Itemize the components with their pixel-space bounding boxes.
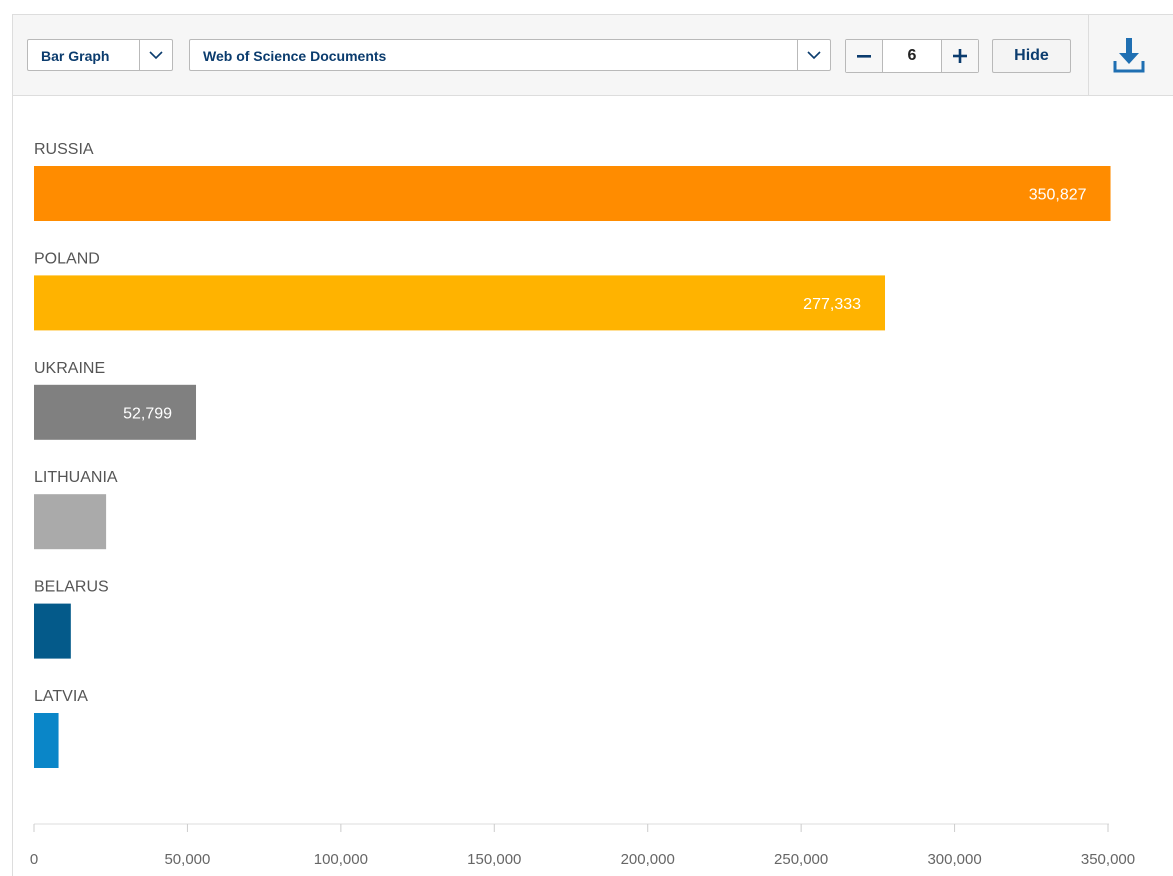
category-label: RUSSIA <box>34 141 94 158</box>
bar-russia[interactable] <box>34 166 1111 221</box>
x-tick-label: 0 <box>30 851 38 868</box>
data-label: 52,799 <box>123 405 172 422</box>
bar-poland[interactable] <box>34 275 886 331</box>
x-tick-label: 250,000 <box>774 851 828 868</box>
category-label: LITHUANIA <box>34 469 118 486</box>
x-tick-label: 300,000 <box>927 851 981 868</box>
data-label: 350,827 <box>1029 187 1087 204</box>
bar-lithuania[interactable] <box>34 494 107 550</box>
bar-chart: RUSSIA 350,827 POLAND 277,333 UKRAINE 52,799 L… <box>30 141 1135 868</box>
x-tick-label: 350,000 <box>1081 851 1135 868</box>
x-tick-label: 200,000 <box>621 851 675 868</box>
x-tick-label: 150,000 <box>467 851 521 868</box>
category-label: POLAND <box>34 250 100 267</box>
category-label: UKRAINE <box>34 360 105 377</box>
x-tick-label: 100,000 <box>314 851 368 868</box>
bar-latvia[interactable] <box>34 713 59 768</box>
x-tick-label: 50,000 <box>164 851 210 868</box>
category-label: LATVIA <box>34 688 88 705</box>
data-label: 277,333 <box>803 296 861 313</box>
category-label: BELARUS <box>34 579 109 596</box>
bar-belarus[interactable] <box>34 603 71 659</box>
